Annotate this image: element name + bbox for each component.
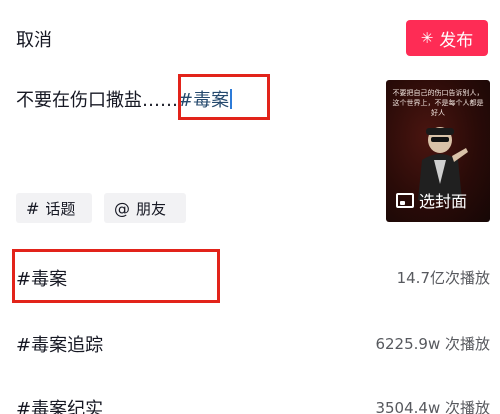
friend-chip-label: 朋友 [136, 199, 167, 218]
suggestion-tag: #毒案纪实 [16, 399, 104, 414]
select-cover-button[interactable]: 选封面 [396, 188, 467, 212]
friend-chip[interactable]: @ 朋友 [104, 193, 186, 223]
sparkle-icon: ✳ [420, 28, 434, 47]
select-cover-label: 选封面 [419, 192, 468, 211]
cancel-button[interactable]: 取消 [16, 26, 52, 52]
topic-chip[interactable]: # 话题 [16, 193, 92, 223]
publish-button[interactable]: ✳ 发布 [406, 20, 488, 56]
hashtag-suggestion[interactable]: #毒案纪实 3504.4w 次播放 [0, 384, 500, 414]
caption-text: 不要在伤口撒盐…… [16, 90, 178, 111]
suggestion-tag: #毒案追踪 [16, 335, 104, 356]
at-icon: @ [114, 198, 130, 218]
hashtag-suggestion[interactable]: #毒案追踪 6225.9w 次播放 [0, 320, 500, 364]
suggestion-play-count: 14.7亿次播放 [396, 269, 490, 287]
cover-thumbnail[interactable]: 不要把自己的伤口告诉别人，这个世界上，不是每个人都是好人 选封面 [386, 80, 490, 222]
hash-icon: # [26, 198, 40, 218]
suggestion-play-count: 6225.9w 次播放 [375, 335, 490, 353]
image-icon [396, 192, 414, 208]
publish-page: 取消 ✳ 发布 不要在伤口撒盐……#毒案 不要把自己的伤口告诉别人，这个世界上，… [0, 0, 500, 414]
suggestion-highlight-box [12, 249, 220, 303]
caption-highlight-box [178, 74, 270, 120]
publish-button-label: 发布 [439, 30, 474, 51]
topic-chip-label: 话题 [45, 199, 76, 218]
suggestion-play-count: 3504.4w 次播放 [375, 399, 490, 414]
cover-overlay-text: 不要把自己的伤口告诉别人，这个世界上，不是每个人都是好人 [392, 89, 484, 117]
